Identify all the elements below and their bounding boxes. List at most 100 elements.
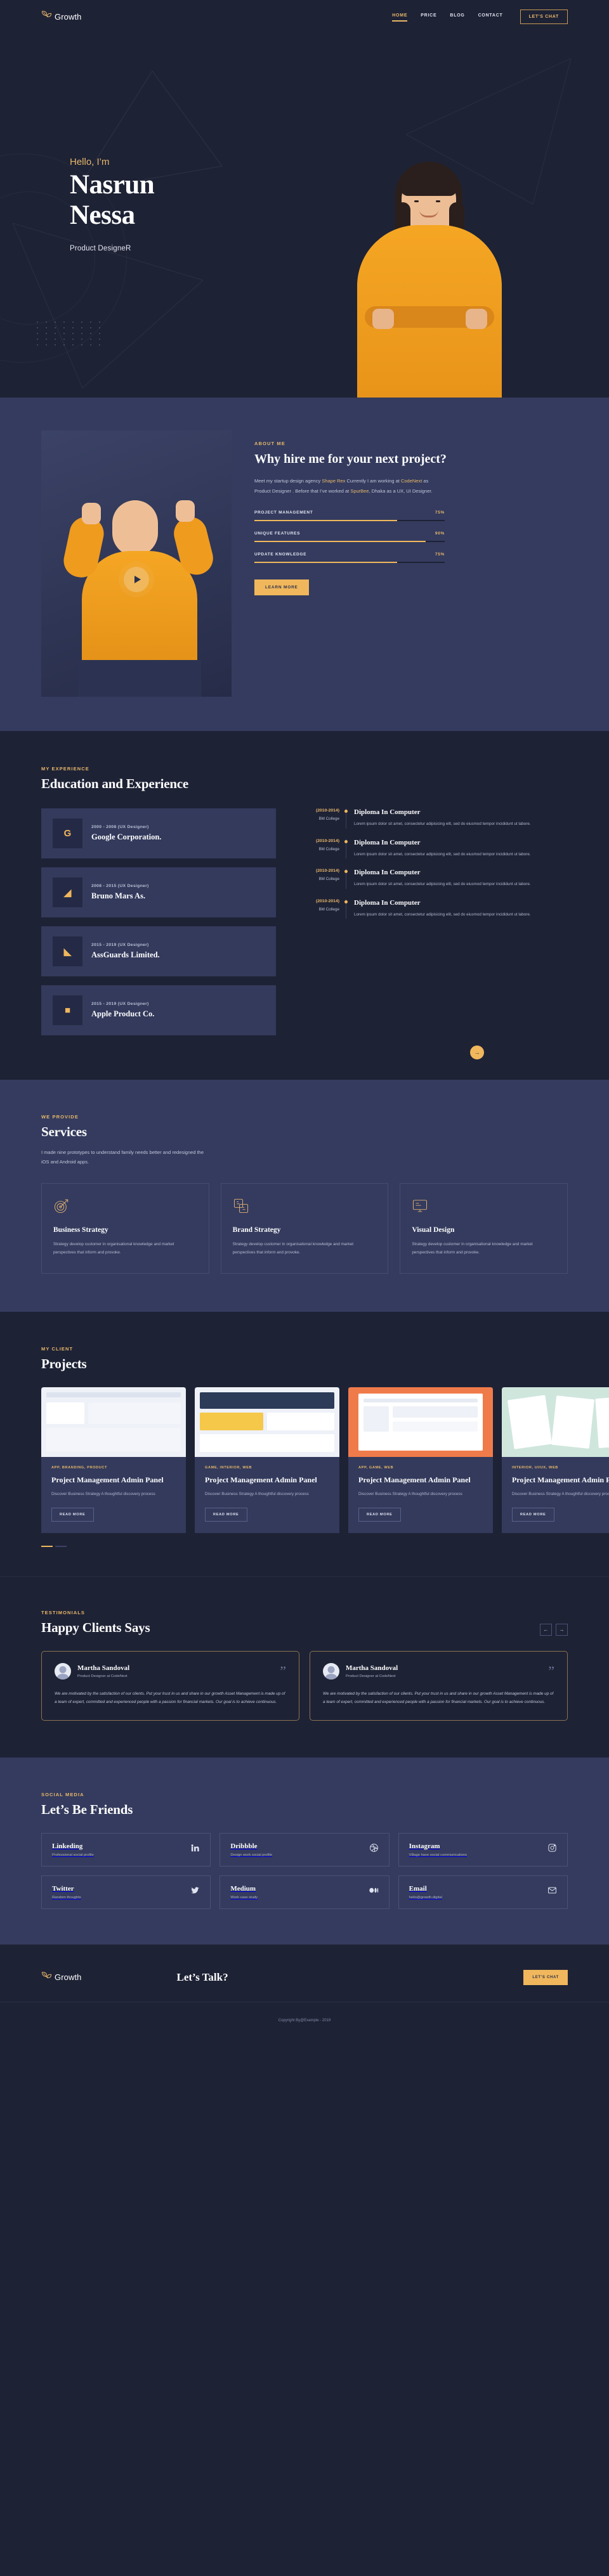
social-title: Let’s Be Friends	[41, 1801, 133, 1817]
testimonial-prev-button[interactable]: ←	[540, 1623, 552, 1636]
education-next-button[interactable]: →	[470, 1045, 484, 1059]
nav-item-contact[interactable]: CONTACT	[478, 13, 503, 20]
service-desc: Strategy develop customer in organisatio…	[53, 1242, 174, 1255]
job-date: 2015 - 2019 (UX Designer)	[91, 1002, 149, 1006]
testimonial-name: Martha Sandoval	[346, 1664, 398, 1672]
education-year: (2010-2014)	[315, 869, 339, 874]
twitter-icon	[190, 1886, 200, 1898]
skill-label: UNIQUE FEATURES	[254, 531, 301, 536]
footer-brand-name: Growth	[55, 1972, 82, 1983]
education-title: Diploma In Computer	[354, 898, 421, 907]
avatar	[55, 1662, 71, 1680]
job-company: Apple Product Co.	[91, 1009, 155, 1018]
skill-label: PROJECT MANAGEMENT	[254, 510, 313, 515]
service-title: Brand Strategy	[232, 1226, 281, 1234]
puzzle-icon	[233, 1198, 377, 1217]
testimonial-next-button[interactable]: →	[556, 1623, 568, 1636]
company-logo-icon: ◣	[53, 936, 82, 966]
learn-more-button[interactable]: LEARN MORE	[254, 579, 309, 595]
quote-icon: ”	[280, 1662, 286, 1679]
project-read-more-button[interactable]: READ MORE	[358, 1507, 401, 1522]
job-card[interactable]: G 2000 - 2008 (UX Designer) Google Corpo…	[41, 808, 276, 858]
nav-item-home[interactable]: HOME	[392, 13, 408, 22]
service-card[interactable]: Business Strategy Strategy develop custo…	[41, 1183, 209, 1274]
education-desc: Lorem ipsum dolor sit amet, consectetur …	[354, 851, 531, 857]
avatar	[323, 1662, 339, 1680]
skill-item: UPDATE KNOWLEDGE 75%	[254, 552, 445, 563]
nav-item-blog[interactable]: BLOG	[450, 13, 464, 20]
social-name: Email	[409, 1884, 427, 1893]
project-card[interactable]: INTERIOR, UI/UX, WEB Project Management …	[502, 1387, 609, 1533]
job-card[interactable]: ◢ 2008 - 2015 (UX Designer) Bruno Mars A…	[41, 867, 276, 917]
social-sub: Village have social communications	[409, 1853, 468, 1857]
job-date: 2008 - 2015 (UX Designer)	[91, 884, 149, 888]
education-college: BM College	[318, 907, 339, 912]
project-thumbnail	[502, 1387, 609, 1458]
education-college: BM College	[318, 846, 339, 851]
education-desc: Lorem ipsum dolor sit amet, consectetur …	[354, 882, 531, 887]
service-title: Visual Design	[412, 1226, 455, 1234]
social-name: Medium	[230, 1884, 256, 1893]
main-nav: HOME PRICE BLOG CONTACT LET'S CHAT	[392, 9, 568, 24]
services-section: WE PROVIDE Services I made nine prototyp…	[0, 1080, 609, 1312]
testimonial-text: We are motivated by the satisfaction of …	[323, 1691, 554, 1704]
company-logo-icon: ◢	[53, 877, 82, 907]
experience-label: MY EXPERIENCE	[41, 766, 89, 772]
project-card[interactable]: APP, GAME, WEB Project Management Admin …	[348, 1387, 493, 1533]
hero-section: Hello, I’m Nasrun Nessa Product DesigneR	[0, 33, 609, 398]
testimonial-card: Martha Sandoval Product Designer at Code…	[310, 1650, 568, 1721]
testimonial-text: We are motivated by the satisfaction of …	[55, 1691, 285, 1704]
project-desc: Discover Business Strategy A thoughtful …	[205, 1492, 309, 1497]
lets-chat-button[interactable]: LET'S CHAT	[520, 9, 568, 24]
project-carousel[interactable]: APP, BRANDING, PRODUCT Project Managemen…	[41, 1387, 609, 1533]
brand-name: Growth	[55, 11, 82, 22]
testimonials-title: Happy Clients Says	[41, 1619, 150, 1635]
social-card-linkedin[interactable]: Linkeding Professional social profile	[41, 1832, 211, 1867]
nav-item-price[interactable]: PRICE	[421, 13, 436, 20]
testimonial-role: Product Designer at CodeNext	[77, 1674, 128, 1678]
copyright-text: Copyright By@Example - 2019	[0, 2001, 609, 2035]
education-title: Diploma In Computer	[354, 869, 421, 877]
footer-title: Let’s Talk?	[176, 1971, 228, 1983]
project-read-more-button[interactable]: READ MORE	[512, 1507, 554, 1522]
projects-label: MY CLIENT	[41, 1346, 74, 1352]
project-tags: GAME, INTERIOR, WEB	[205, 1466, 252, 1470]
carousel-pagination[interactable]	[41, 1545, 568, 1547]
social-card-twitter[interactable]: Twitter Random thoughts	[41, 1875, 211, 1909]
social-card-instagram[interactable]: Instagram Village have social communicat…	[398, 1832, 568, 1867]
project-card[interactable]: APP, BRANDING, PRODUCT Project Managemen…	[41, 1387, 186, 1533]
job-card[interactable]: ■ 2015 - 2019 (UX Designer) Apple Produc…	[41, 985, 276, 1035]
projects-section: MY CLIENT Projects APP, BRANDING, PRODUC…	[0, 1312, 609, 1576]
leaf-logo-icon	[41, 1971, 52, 1984]
services-title: Services	[41, 1124, 87, 1139]
project-tags: APP, BRANDING, PRODUCT	[51, 1466, 107, 1470]
education-college: BM College	[318, 877, 339, 882]
social-card-email[interactable]: Email hello@growth.digital	[398, 1875, 568, 1909]
education-year: (2010-2014)	[315, 838, 339, 843]
project-read-more-button[interactable]: READ MORE	[51, 1507, 94, 1522]
social-card-medium[interactable]: Medium Work case study	[219, 1875, 390, 1909]
brand-logo[interactable]: Growth	[41, 10, 82, 23]
footer-lets-chat-button[interactable]: LET'S CHAT	[523, 1969, 568, 1985]
job-card[interactable]: ◣ 2015 - 2019 (UX Designer) AssGuards Li…	[41, 926, 276, 976]
education-college: BM College	[318, 817, 339, 821]
social-card-dribbble[interactable]: Dribbble Design work social profile	[219, 1832, 390, 1867]
project-tags: APP, GAME, WEB	[358, 1466, 394, 1470]
leaf-logo-icon	[41, 10, 52, 23]
dot-grid	[37, 321, 103, 346]
education-item: (2010-2014) BM College Diploma In Comput…	[300, 808, 568, 829]
medium-icon	[369, 1886, 379, 1898]
service-card[interactable]: Visual Design Strategy develop customer …	[400, 1183, 568, 1274]
experience-title: Education and Experience	[41, 776, 189, 791]
play-video-button[interactable]	[124, 567, 149, 593]
project-tags: INTERIOR, UI/UX, WEB	[512, 1466, 558, 1470]
education-year: (2010-2014)	[315, 808, 339, 813]
footer-brand-logo[interactable]: Growth	[41, 1971, 82, 1984]
project-read-more-button[interactable]: READ MORE	[205, 1507, 247, 1522]
services-label: WE PROVIDE	[41, 1114, 79, 1120]
project-thumbnail	[41, 1387, 186, 1458]
service-card[interactable]: Brand Strategy Strategy develop customer…	[220, 1183, 389, 1274]
social-name: Twitter	[52, 1884, 74, 1893]
project-card[interactable]: GAME, INTERIOR, WEB Project Management A…	[195, 1387, 339, 1533]
project-title: Project Management Admin Panel	[358, 1475, 471, 1485]
